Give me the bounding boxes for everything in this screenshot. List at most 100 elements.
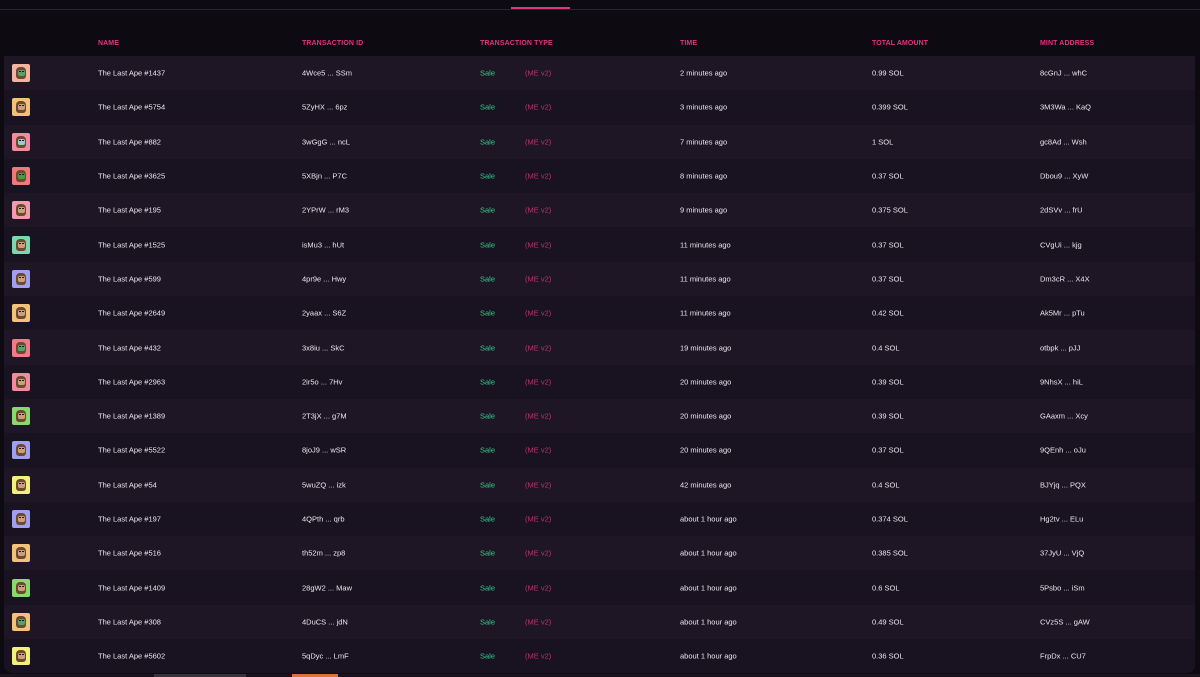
nft-avatar[interactable] [12, 372, 30, 391]
transaction-id-link[interactable]: 2YPrW ... rM3 [302, 206, 349, 215]
transaction-id-link[interactable]: 5wuZQ ... izk [302, 480, 346, 489]
nft-name[interactable]: The Last Ape #2649 [98, 309, 165, 318]
transaction-id-link[interactable]: 4DuCS ... jdN [302, 617, 348, 626]
header-mint-address[interactable]: MINT ADDRESS [1040, 40, 1094, 47]
mint-address-link[interactable]: 5Psbo ... iSm [1040, 583, 1085, 592]
table-row[interactable]: The Last Ape #1525 isMu3 ... hUt Sale (ME v… [4, 227, 1195, 262]
mint-address-link[interactable]: BJYjq ... PQX [1040, 480, 1086, 489]
table-row[interactable]: The Last Ape #195 2YPrW ... rM3 Sale (ME v2… [4, 193, 1195, 228]
table-row[interactable]: The Last Ape #3625 5XBjn ... P7C Sale (ME v… [4, 158, 1195, 194]
transaction-time: 8 minutes ago [680, 171, 728, 181]
table-row[interactable]: The Last Ape #2963 2ir5o ... 7Hv Sale (ME v… [4, 364, 1195, 399]
mint-address-link[interactable]: GAaxm ... Xcy [1040, 412, 1088, 421]
ape-eye-icon [19, 174, 21, 176]
transaction-id-link[interactable]: isMu3 ... hUt [302, 240, 344, 249]
header-total-amount[interactable]: TOTAL AMOUNT [872, 40, 928, 47]
table-row[interactable]: The Last Ape #54 5wuZQ ... izk Sale (ME v2)… [4, 467, 1195, 502]
nft-name[interactable]: The Last Ape #1525 [98, 240, 165, 249]
nft-name[interactable]: The Last Ape #432 [98, 343, 161, 352]
mint-address-link[interactable]: Ak5Mr ... pTu [1040, 309, 1085, 318]
table-row[interactable]: The Last Ape #1437 4Wce5 ... SSm Sale (ME v… [4, 56, 1195, 91]
header-transaction-type[interactable]: TRANSACTION TYPE [480, 40, 553, 47]
mint-address-link[interactable]: 9NhsX ... hiL [1040, 377, 1083, 386]
transaction-type: Sale [480, 377, 496, 387]
transaction-id-link[interactable]: 5XBjn ... P7C [302, 172, 347, 181]
nft-name[interactable]: The Last Ape #1389 [98, 412, 165, 421]
transaction-id-link[interactable]: 5ZyHX ... 6pz [302, 103, 347, 112]
total-amount: 0.39 SOL [872, 411, 904, 421]
nft-avatar[interactable] [12, 98, 30, 117]
nft-name[interactable]: The Last Ape #195 [98, 206, 161, 215]
table-row[interactable]: The Last Ape #882 3wGgG ... ncL Sale (ME v2… [4, 124, 1195, 159]
transaction-id-link[interactable]: 2T3jX ... g7M [302, 412, 347, 421]
table-row[interactable]: The Last Ape #308 4DuCS ... jdN Sale (ME v2… [4, 604, 1195, 640]
transaction-id-link[interactable]: 8joJ9 ... wSR [302, 446, 346, 455]
nft-name[interactable]: The Last Ape #516 [98, 549, 161, 558]
nft-name[interactable]: The Last Ape #5522 [98, 446, 165, 455]
transaction-id-link[interactable]: th52m ... zp8 [302, 549, 345, 558]
mint-address-link[interactable]: 37JyU ... VjQ [1040, 549, 1084, 558]
nft-avatar[interactable] [12, 612, 30, 631]
table-row[interactable]: The Last Ape #1389 2T3jX ... g7M Sale (ME v… [4, 398, 1195, 434]
mint-address-link[interactable]: 8cGnJ ... whC [1040, 69, 1087, 78]
mint-address-link[interactable]: 9QEnh ... oJu [1040, 446, 1086, 455]
mint-address-link[interactable]: CVgUi ... kjg [1040, 240, 1082, 249]
nft-name[interactable]: The Last Ape #5602 [98, 652, 165, 661]
mint-address-link[interactable]: CVz5S ... gAW [1040, 617, 1090, 626]
table-row[interactable]: The Last Ape #432 3x8iu ... SkC Sale (ME v2… [4, 330, 1195, 365]
nft-name[interactable]: The Last Ape #1409 [98, 583, 165, 592]
nft-name[interactable]: The Last Ape #197 [98, 515, 161, 524]
mint-address-link[interactable]: otbpk ... pJJ [1040, 343, 1080, 352]
transaction-id-link[interactable]: 4Wce5 ... SSm [302, 69, 352, 78]
transaction-id-link[interactable]: 4QPth ... qrb [302, 515, 345, 524]
mint-address-link[interactable]: 3M3Wa ... KaQ [1040, 103, 1091, 112]
nft-avatar[interactable] [12, 235, 30, 254]
mint-address-link[interactable]: 2dSVv ... frU [1040, 206, 1083, 215]
header-time[interactable]: TIME [680, 40, 697, 47]
header-name[interactable]: NAME [98, 40, 119, 47]
nft-avatar[interactable] [12, 578, 30, 597]
nft-avatar[interactable] [12, 441, 30, 460]
table-row[interactable]: The Last Ape #5602 5qDyc ... LmF Sale (ME v… [4, 639, 1195, 674]
nft-name[interactable]: The Last Ape #3625 [98, 172, 165, 181]
nft-avatar[interactable] [12, 269, 30, 288]
nft-avatar[interactable] [12, 544, 30, 563]
nft-name[interactable]: The Last Ape #2963 [98, 377, 165, 386]
nft-name[interactable]: The Last Ape #882 [98, 137, 161, 146]
table-row[interactable]: The Last Ape #516 th52m ... zp8 Sale (ME v2… [4, 536, 1195, 571]
nft-avatar[interactable] [12, 167, 30, 186]
transaction-id-link[interactable]: 3wGgG ... ncL [302, 137, 350, 146]
mint-address-link[interactable]: Dm3cR ... X4X [1040, 274, 1090, 283]
nft-name[interactable]: The Last Ape #308 [98, 617, 161, 626]
table-row[interactable]: The Last Ape #1409 28gW2 ... Maw Sale (ME v… [4, 570, 1195, 605]
nft-name[interactable]: The Last Ape #599 [98, 274, 161, 283]
mint-address-link[interactable]: gc8Ad ... Wsh [1040, 137, 1087, 146]
transaction-id-link[interactable]: 4pr9e ... Hwy [302, 274, 346, 283]
table-row[interactable]: The Last Ape #599 4pr9e ... Hwy Sale (ME v2… [4, 261, 1195, 297]
mint-address-link[interactable]: FrpDx ... CU7 [1040, 652, 1086, 661]
table-row[interactable]: The Last Ape #5522 8joJ9 ... wSR Sale (ME v… [4, 433, 1195, 468]
table-row[interactable]: The Last Ape #2649 2yaax ... S6Z Sale (ME v… [4, 296, 1195, 331]
nft-name[interactable]: The Last Ape #1437 [98, 69, 165, 78]
nft-name[interactable]: The Last Ape #54 [98, 480, 157, 489]
nft-avatar[interactable] [12, 407, 30, 426]
nft-avatar[interactable] [12, 647, 30, 666]
nft-avatar[interactable] [12, 304, 30, 323]
transaction-id-link[interactable]: 28gW2 ... Maw [302, 583, 352, 592]
header-transaction-id[interactable]: TRANSACTION ID [302, 40, 363, 47]
nft-avatar[interactable] [12, 201, 30, 220]
nft-avatar[interactable] [12, 475, 30, 494]
transaction-id-link[interactable]: 2yaax ... S6Z [302, 309, 346, 318]
transaction-id-link[interactable]: 2ir5o ... 7Hv [302, 377, 342, 386]
table-row[interactable]: The Last Ape #197 4QPth ... qrb Sale (ME v2… [4, 501, 1195, 537]
transaction-id-link[interactable]: 5qDyc ... LmF [302, 652, 349, 661]
mint-address-link[interactable]: Hg2tv ... ELu [1040, 515, 1083, 524]
nft-avatar[interactable] [12, 510, 30, 528]
transaction-id-link[interactable]: 3x8iu ... SkC [302, 343, 345, 352]
mint-address-link[interactable]: Dbou9 ... XyW [1040, 172, 1088, 181]
nft-avatar[interactable] [12, 338, 30, 357]
nft-avatar[interactable] [12, 132, 30, 151]
table-row[interactable]: The Last Ape #5754 5ZyHX ... 6pz Sale (ME v… [4, 90, 1195, 125]
nft-avatar[interactable] [12, 64, 30, 83]
nft-name[interactable]: The Last Ape #5754 [98, 103, 165, 112]
